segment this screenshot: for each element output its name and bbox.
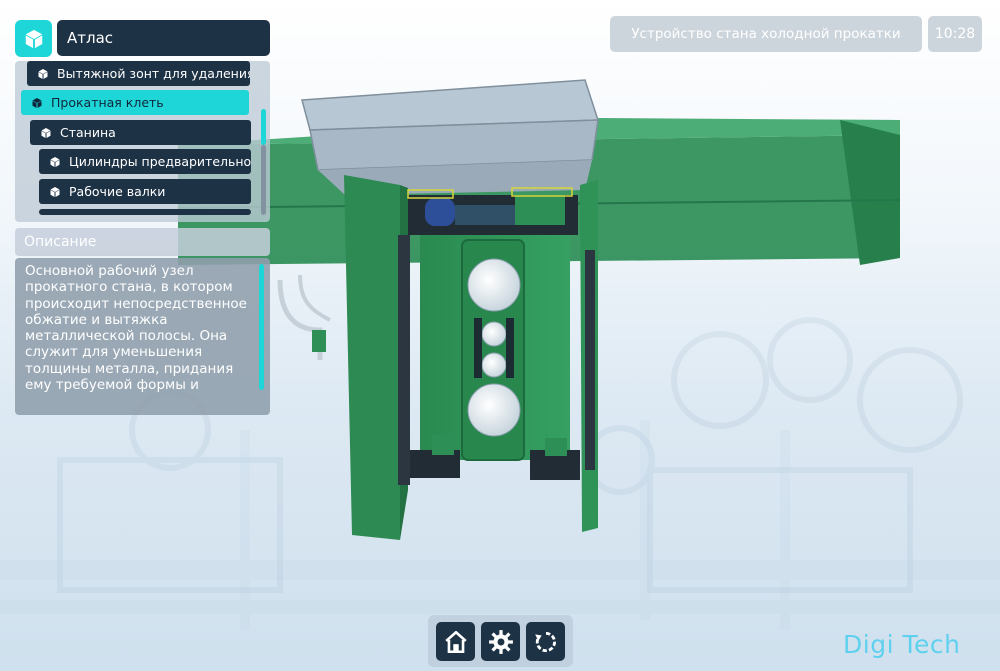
cube-icon — [32, 97, 42, 108]
reset-view-button[interactable] — [526, 622, 565, 661]
cube-icon — [41, 127, 51, 138]
rotate-icon — [534, 631, 556, 652]
gear-icon — [488, 629, 513, 654]
cube-icon — [50, 186, 60, 197]
tree-item-label: Вытяжной зонт для удаления — [57, 66, 250, 81]
tree-item-exhaust-hood[interactable]: Вытяжной зонт для удаления — [27, 61, 250, 86]
tree-item-frame[interactable]: Станина — [30, 120, 251, 145]
home-icon — [444, 630, 467, 653]
cube-icon — [50, 156, 60, 167]
description-text: Основной рабочий узел прокатного стана, … — [25, 263, 247, 394]
description-panel[interactable]: Основной рабочий узел прокатного стана, … — [15, 258, 270, 415]
description-scrollbar-thumb[interactable] — [259, 264, 264, 390]
tree-scrollbar-track[interactable] — [261, 145, 266, 215]
brand-logo: Digi Tech — [843, 630, 961, 659]
atlas-tree-panel[interactable]: Вытяжной зонт для удаления Прокатная кле… — [15, 61, 270, 222]
bottom-toolbar — [428, 615, 573, 667]
scene-title: Устройство стана холодной прокатки — [610, 16, 922, 52]
description-header: Описание — [15, 228, 270, 256]
cube-icon — [38, 68, 48, 79]
tree-item-rolling-stand[interactable]: Прокатная клеть — [21, 90, 249, 115]
tree-item-label: Цилиндры предварительного — [69, 154, 251, 169]
tree-item-pre-cylinders[interactable]: Цилиндры предварительного — [39, 149, 251, 174]
tree-scrollbar-thumb[interactable] — [261, 109, 266, 145]
settings-button[interactable] — [481, 622, 520, 661]
tree-item-partial[interactable] — [39, 209, 251, 215]
tree-item-work-rolls[interactable]: Рабочие валки — [39, 179, 251, 204]
home-button[interactable] — [436, 622, 475, 661]
cube-icon — [25, 29, 42, 48]
tree-item-label: Рабочие валки — [69, 184, 166, 199]
atlas-title: Атлас — [57, 20, 270, 56]
tree-item-label: Станина — [60, 125, 116, 140]
clock: 10:28 — [928, 16, 982, 52]
tree-item-label: Прокатная клеть — [51, 95, 164, 110]
atlas-logo-button[interactable] — [15, 20, 52, 57]
